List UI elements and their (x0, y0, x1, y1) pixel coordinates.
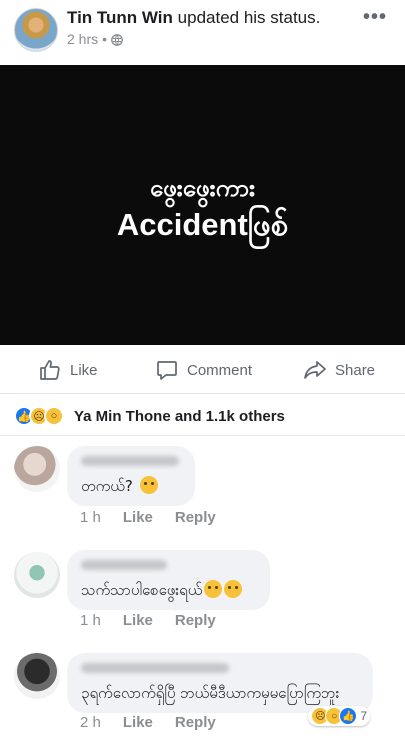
action-bar: Like Comment Share (0, 346, 405, 394)
thumbs-up-icon (40, 360, 60, 380)
sad-emoji-icon (139, 476, 158, 494)
reactions-summary[interactable]: 👍 ☹ ○ Ya Min Thone and 1.1k others (0, 396, 405, 436)
comment-time[interactable]: 1 h (80, 509, 101, 526)
reaction-icons: 👍 ☹ ○ (14, 406, 64, 426)
share-icon (304, 361, 326, 379)
status-text-line1: ဖွေးဖွေးကား (149, 175, 256, 202)
comment-reaction-count: 7 (360, 709, 367, 723)
crying-emoji-icon (204, 580, 223, 598)
author-name[interactable]: Tin Tunn Win (67, 8, 173, 27)
share-button[interactable]: Share (303, 358, 375, 382)
comment-like-link[interactable]: Like (123, 714, 153, 731)
comment-reply-link[interactable]: Reply (175, 714, 216, 731)
comment-bubble: တကယ်? (67, 446, 195, 506)
comment-time[interactable]: 1 h (80, 612, 101, 629)
comment-like-link[interactable]: Like (123, 509, 153, 526)
post-title: Tin Tunn Win updated his status. (67, 8, 320, 28)
author-avatar[interactable] (14, 8, 58, 52)
comment-text: ၃ရက်လောက်ရှိပြီ ဘယ်မီဒီယာကမှမပြောကြဘူး (81, 684, 340, 702)
post-action-text: updated his status. (177, 8, 321, 27)
comment-time[interactable]: 2 h (80, 714, 101, 731)
like-label: Like (70, 361, 98, 379)
comment-label: Comment (187, 361, 253, 379)
post-meta: 2 hrs • (67, 31, 123, 47)
commenter-name-blurred[interactable] (81, 663, 229, 673)
commenter-avatar[interactable] (14, 446, 60, 492)
like-button[interactable]: Like (38, 358, 98, 382)
meta-separator: • (102, 31, 108, 47)
comment-button[interactable]: Comment (155, 358, 252, 382)
comment-like-link[interactable]: Like (123, 612, 153, 629)
comment-meta: 1 h Like Reply (80, 612, 216, 629)
commenter-name-blurred[interactable] (81, 456, 179, 466)
reactions-text[interactable]: Ya Min Thone and 1.1k others (74, 408, 285, 425)
ellipsis-icon[interactable]: ••• (363, 6, 387, 29)
comment-meta: 2 h Like Reply (80, 714, 216, 731)
share-label: Share (335, 361, 376, 379)
comment-reply-link[interactable]: Reply (175, 509, 216, 526)
globe-icon (111, 33, 123, 46)
status-image[interactable]: ဖွေးဖွေးကား Accidentဖြစ် (0, 65, 405, 345)
comment-icon (157, 361, 177, 380)
comment-meta: 1 h Like Reply (80, 509, 216, 526)
comment-bubble: သက်သာပါစေဖွေးရယ် (67, 550, 270, 610)
like-icon: 👍 (339, 707, 358, 725)
comment-text: သက်သာပါစေဖွေးရယ် (81, 580, 256, 600)
comment-reply-link[interactable]: Reply (175, 612, 216, 629)
post-header: Tin Tunn Win updated his status. 2 hrs •… (0, 0, 405, 64)
commenter-name-blurred[interactable] (81, 560, 167, 570)
commenter-avatar[interactable] (14, 653, 60, 699)
comment-text: တကယ်? (81, 476, 181, 496)
post-time[interactable]: 2 hrs (67, 31, 98, 47)
crying-emoji-icon (224, 580, 243, 598)
status-text-line2: Accidentဖြစ် (116, 207, 289, 242)
comment-bubble: ၃ရက်လောက်ရှိပြီ ဘယ်မီဒီယာကမှမပြောကြဘူး (67, 653, 373, 713)
wow-icon: ○ (44, 406, 64, 426)
comment-reactions[interactable]: ☹ ○ 👍 7 (308, 706, 370, 726)
commenter-avatar[interactable] (14, 552, 60, 598)
